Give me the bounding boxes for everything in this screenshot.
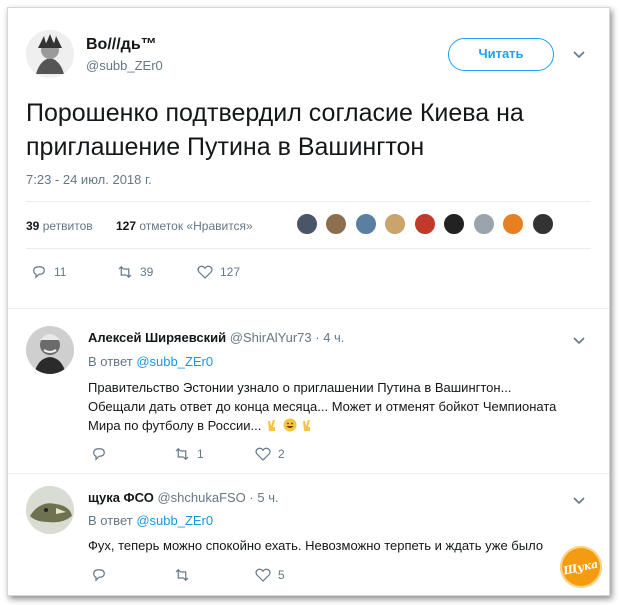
author-avatar[interactable] — [26, 30, 74, 78]
heart-icon — [255, 447, 271, 461]
follow-button[interactable]: Читать — [448, 38, 554, 71]
tweet-frame: Во///дь™ @subb_ZEr0 Читать Порошенко под… — [7, 7, 610, 596]
like-count: 127 — [220, 265, 241, 279]
liker-avatar[interactable] — [472, 213, 495, 235]
liker-avatar[interactable] — [325, 213, 348, 235]
retweets-stat[interactable]: 39 ретвитов — [26, 219, 93, 233]
divider — [26, 248, 591, 249]
reply-prefix: В ответ — [88, 354, 133, 369]
liker-avatar[interactable] — [413, 213, 436, 235]
liker-avatar[interactable] — [354, 213, 377, 235]
reply-icon — [33, 266, 45, 279]
retweet-action[interactable]: 1 — [173, 445, 204, 463]
likers-avatars[interactable] — [296, 213, 557, 240]
retweets-count: 39 — [26, 219, 40, 233]
author-handle[interactable]: @subb_ZEr0 — [86, 58, 163, 73]
divider — [26, 201, 591, 202]
tweet-text: Порошенко подтвердил согласие Киева на п… — [26, 99, 524, 161]
victory-hand-emoji-icon — [303, 420, 311, 431]
reply-to-line: В ответ @subb_ZEr0 — [88, 354, 213, 369]
victory-hand-emoji-icon — [267, 420, 275, 431]
liker-avatar[interactable] — [502, 213, 525, 235]
reply-icon — [93, 448, 105, 461]
liker-avatar[interactable] — [531, 213, 554, 235]
watermark-text: Щука — [562, 556, 600, 578]
author-display-name[interactable]: Во///дь™ — [86, 36, 157, 54]
like-action[interactable]: 127 — [196, 263, 240, 281]
reply-text: Правительство Эстонии узнало о приглашен… — [88, 378, 598, 435]
reply-icon — [93, 569, 105, 582]
retweet-action[interactable] — [173, 566, 197, 584]
reply-action[interactable] — [90, 445, 114, 463]
likes-count: 127 — [116, 219, 137, 233]
retweet-count: 1 — [197, 447, 204, 461]
reply-time[interactable]: · 5 ч. — [249, 490, 278, 505]
retweet-icon — [175, 447, 189, 461]
reply-to-link[interactable]: @subb_ZEr0 — [136, 354, 213, 369]
retweet-icon — [175, 568, 189, 582]
chevron-down-icon[interactable] — [572, 334, 586, 349]
like-action[interactable]: 5 — [254, 566, 285, 584]
liker-avatar[interactable] — [296, 213, 318, 235]
tweet-timestamp[interactable]: 7:23 - 24 июл. 2018 г. — [26, 172, 152, 187]
chevron-down-icon[interactable] — [572, 494, 586, 509]
retweet-count: 39 — [140, 265, 154, 279]
reply-header: Алексей Ширяевский @ShirAlYur73 · 4 ч. — [88, 330, 344, 345]
chevron-down-icon[interactable] — [572, 48, 586, 63]
reply-time[interactable]: · 4 ч. — [315, 330, 344, 345]
reply-action[interactable]: 11 — [30, 263, 66, 281]
reply-count: 11 — [54, 265, 67, 279]
reply-header: щука ФСО @shchukaFSO · 5 ч. — [88, 490, 279, 505]
reply-handle[interactable]: @ShirAlYur73 — [230, 330, 312, 345]
grinning-face-emoji-icon — [283, 418, 297, 432]
retweets-label: ретвитов — [42, 219, 93, 233]
like-count: 5 — [278, 568, 285, 582]
liker-avatar[interactable] — [384, 213, 407, 235]
like-count: 2 — [278, 447, 285, 461]
reply-avatar[interactable] — [26, 486, 74, 534]
reply-to-line: В ответ @subb_ZEr0 — [88, 513, 213, 528]
retweet-action[interactable]: 39 — [116, 263, 153, 281]
divider — [8, 473, 609, 474]
watermark-logo: Щука — [560, 546, 602, 588]
reply-text: Фух, теперь можно спокойно ехать. Невозм… — [88, 538, 544, 553]
heart-icon — [255, 568, 271, 582]
reply-text-line: Правительство Эстонии узнало о приглашен… — [88, 380, 512, 395]
like-action[interactable]: 2 — [254, 445, 285, 463]
reply-display-name[interactable]: щука ФСО — [88, 490, 154, 505]
reply-to-link[interactable]: @subb_ZEr0 — [136, 513, 213, 528]
reply-action[interactable] — [90, 566, 114, 584]
reply-avatar[interactable] — [26, 326, 74, 374]
liker-avatar[interactable] — [443, 213, 466, 235]
reply-handle[interactable]: @shchukaFSO — [157, 490, 245, 505]
reply-text-line: Обещали дать ответ до конца месяца... Мо… — [88, 399, 557, 414]
reply-display-name[interactable]: Алексей Ширяевский — [88, 330, 226, 345]
retweet-icon — [118, 265, 132, 279]
likes-stat[interactable]: 127 отметок «Нравится» — [116, 219, 253, 233]
divider — [8, 308, 609, 309]
likes-label: отметок «Нравится» — [139, 219, 253, 233]
heart-icon — [197, 265, 213, 279]
reply-text-line-3: Мира по футболу в России... — [88, 416, 598, 435]
reply-prefix: В ответ — [88, 513, 133, 528]
